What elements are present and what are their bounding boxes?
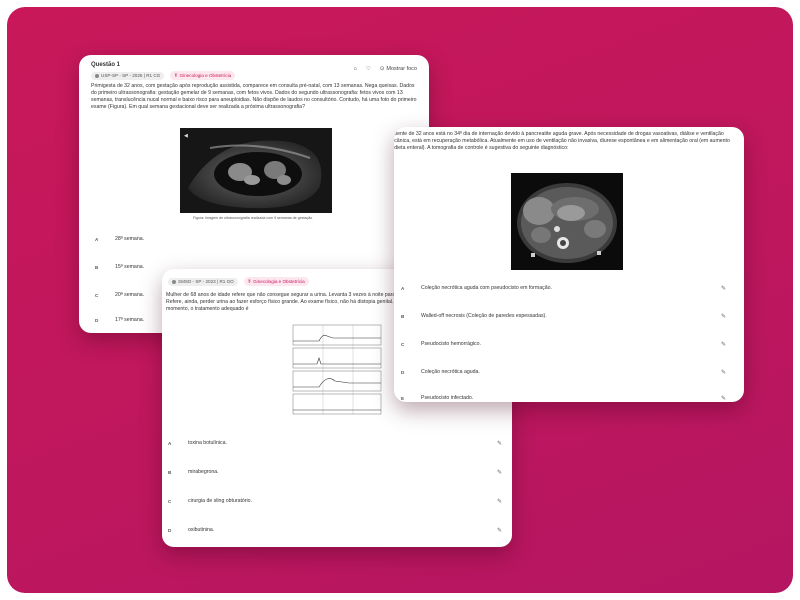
option-text: 20ª semana. xyxy=(115,292,145,298)
option-d[interactable]: Doxibutinina. xyxy=(168,527,214,533)
focus-button[interactable]: ⊙ Mostrar foco xyxy=(380,66,417,72)
question-text: Primigesta de 32 anos, com gestação após… xyxy=(91,83,417,110)
option-letter: A xyxy=(401,285,405,291)
source-tag-label: SMSD - SP - 2023 | R1 GO xyxy=(178,279,234,284)
option-text: Pseudocisto hemorrágico. xyxy=(421,341,481,347)
option-text: 17ª semana. xyxy=(115,317,145,323)
toolbar: ⌂ ♡ ⊙ Mostrar foco xyxy=(354,66,417,72)
question-text: Paciente de 32 anos está no 34º dia de i… xyxy=(394,131,730,151)
focus-icon: ⊙ xyxy=(379,66,385,72)
option-letter: C xyxy=(401,341,405,347)
option-a[interactable]: A 28ª semana. xyxy=(95,236,144,242)
option-d[interactable]: D 17ª semana. xyxy=(95,317,144,323)
option-letter: D xyxy=(168,527,172,533)
source-tag-label: USP-SP - SP - 2025 | R1 CG xyxy=(101,73,161,78)
pencil-icon[interactable]: ✎ xyxy=(721,395,726,402)
option-c[interactable]: C Pseudocisto hemorrágico. xyxy=(401,341,481,347)
pencil-icon[interactable]: ✎ xyxy=(497,469,502,476)
ct-scan-image xyxy=(511,173,623,270)
pencil-icon[interactable]: ✎ xyxy=(497,527,502,534)
question-number: Questão 1 xyxy=(91,62,121,68)
question-card-3: Paciente de 32 anos está no 34º dia de i… xyxy=(394,127,744,402)
home-icon[interactable]: ⌂ xyxy=(354,66,357,72)
option-b[interactable]: B 15ª semana. xyxy=(95,264,144,270)
option-text: oxibutinina. xyxy=(188,527,215,533)
pencil-icon[interactable]: ✎ xyxy=(721,369,726,376)
option-letter: B xyxy=(95,264,99,270)
option-letter: C xyxy=(95,292,99,298)
institution-icon xyxy=(95,73,99,78)
option-text: Coleção necrótica aguda com pseudocisto … xyxy=(421,285,552,291)
specialty-tag-label: Ginecologia e Obstetrícia xyxy=(179,73,232,78)
option-text: 15ª semana. xyxy=(115,264,145,270)
option-a[interactable]: Atoxina botulínica. xyxy=(168,440,227,446)
focus-label: Mostrar foco xyxy=(386,66,417,72)
option-text: 28ª semana. xyxy=(115,236,145,242)
pencil-icon[interactable]: ✎ xyxy=(721,341,726,348)
institution-icon xyxy=(172,279,176,284)
option-text: Coleção necrótica aguda. xyxy=(421,369,480,375)
specialty-tag: ☤ Ginecologia e Obstetrícia xyxy=(170,71,236,80)
stethoscope-icon: ☤ xyxy=(247,278,252,285)
source-tag: SMSD - SP - 2023 | R1 GO xyxy=(168,277,238,286)
ultrasound-image: ◀ xyxy=(180,128,332,213)
pencil-icon[interactable]: ✎ xyxy=(721,313,726,320)
option-letter: A xyxy=(95,236,99,242)
pencil-icon[interactable]: ✎ xyxy=(497,440,502,447)
option-text: Walled-off necrosis (Coleção de paredes … xyxy=(421,313,547,319)
option-letter: A xyxy=(168,440,172,446)
tag-row: SMSD - SP - 2023 | R1 GO ☤ Ginecologia e … xyxy=(168,277,309,286)
magenta-background: Questão 1 USP-SP - SP - 2025 | R1 CG ☤ Gi… xyxy=(7,7,793,593)
option-text: cirurgia de sling obturatório. xyxy=(188,498,253,504)
option-d[interactable]: D Coleção necrótica aguda. xyxy=(401,369,480,375)
heart-icon[interactable]: ♡ xyxy=(366,66,371,72)
option-letter: E xyxy=(401,395,405,401)
specialty-tag-label: Ginecologia e Obstetrícia xyxy=(253,279,305,284)
option-letter: B xyxy=(168,469,172,475)
figure-caption: Figura: Imagem de ultrassonografia reali… xyxy=(193,216,313,220)
cystometry-chart xyxy=(289,324,385,420)
option-text: toxina botulínica. xyxy=(188,440,227,446)
svg-text:◀: ◀ xyxy=(184,133,188,139)
stethoscope-icon: ☤ xyxy=(174,72,178,79)
option-letter: C xyxy=(168,498,172,504)
option-b[interactable]: Bmirabegrona. xyxy=(168,469,219,475)
option-a[interactable]: A Coleção necrótica aguda com pseudocisto… xyxy=(401,285,552,291)
option-letter: D xyxy=(401,369,405,375)
option-letter: B xyxy=(401,313,405,319)
option-c[interactable]: C 20ª semana. xyxy=(95,292,144,298)
option-b[interactable]: B Walled-off necrosis (Coleção de paredes… xyxy=(401,313,547,319)
pencil-icon[interactable]: ✎ xyxy=(721,285,726,292)
specialty-tag: ☤ Ginecologia e Obstetrícia xyxy=(243,277,309,286)
tag-row: USP-SP - SP - 2025 | R1 CG ☤ Ginecologia … xyxy=(91,71,236,80)
option-c[interactable]: Ccirurgia de sling obturatório. xyxy=(168,498,252,504)
source-tag: USP-SP - SP - 2025 | R1 CG xyxy=(91,71,165,80)
option-letter: D xyxy=(95,317,99,323)
option-text: Pseudocisto infectado. xyxy=(421,395,474,401)
pencil-icon[interactable]: ✎ xyxy=(497,498,502,505)
option-e[interactable]: E Pseudocisto infectado. xyxy=(401,395,473,401)
option-text: mirabegrona. xyxy=(188,469,219,475)
